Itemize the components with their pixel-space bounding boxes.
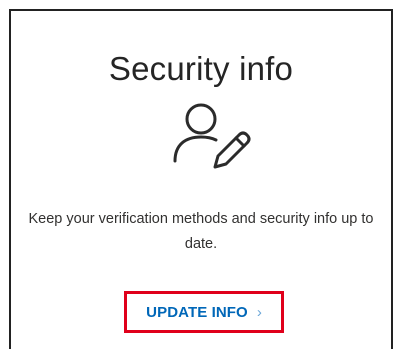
update-info-label: UPDATE INFO — [146, 303, 248, 321]
card-title: Security info — [108, 50, 294, 87]
user-edit-icon — [171, 101, 251, 173]
security-info-card: Security info Keep your verification met… — [9, 9, 393, 349]
chevron-right-icon: › — [256, 303, 262, 321]
update-info-button[interactable]: UPDATE INFO › — [124, 291, 284, 333]
card-description: Keep your verification methods and secur… — [28, 211, 374, 252]
